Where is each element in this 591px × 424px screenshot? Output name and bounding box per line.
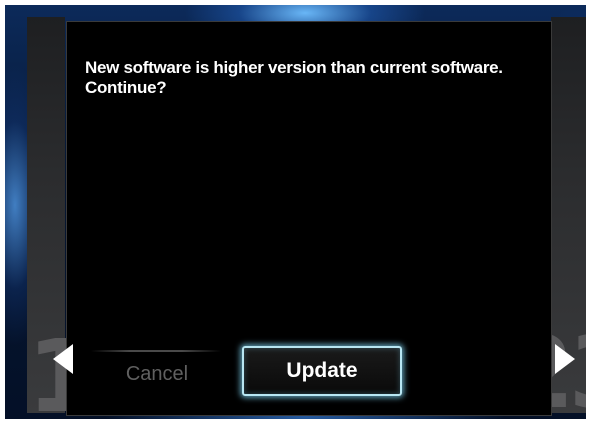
dialog-message-line2: Continue? xyxy=(85,78,167,97)
cancel-separator xyxy=(91,350,221,352)
tv-backdrop: 1 23 New software is higher version than… xyxy=(5,5,586,419)
chevron-right-icon[interactable] xyxy=(555,344,575,374)
chevron-left-icon[interactable] xyxy=(53,344,73,374)
dialog-message: New software is higher version than curr… xyxy=(85,58,545,98)
update-button[interactable]: Update xyxy=(242,346,402,396)
software-update-dialog: New software is higher version than curr… xyxy=(66,21,552,416)
dialog-message-line1: New software is higher version than curr… xyxy=(85,58,503,77)
cancel-button[interactable]: Cancel xyxy=(91,355,223,393)
tv-screen: 1 23 New software is higher version than… xyxy=(0,0,591,424)
